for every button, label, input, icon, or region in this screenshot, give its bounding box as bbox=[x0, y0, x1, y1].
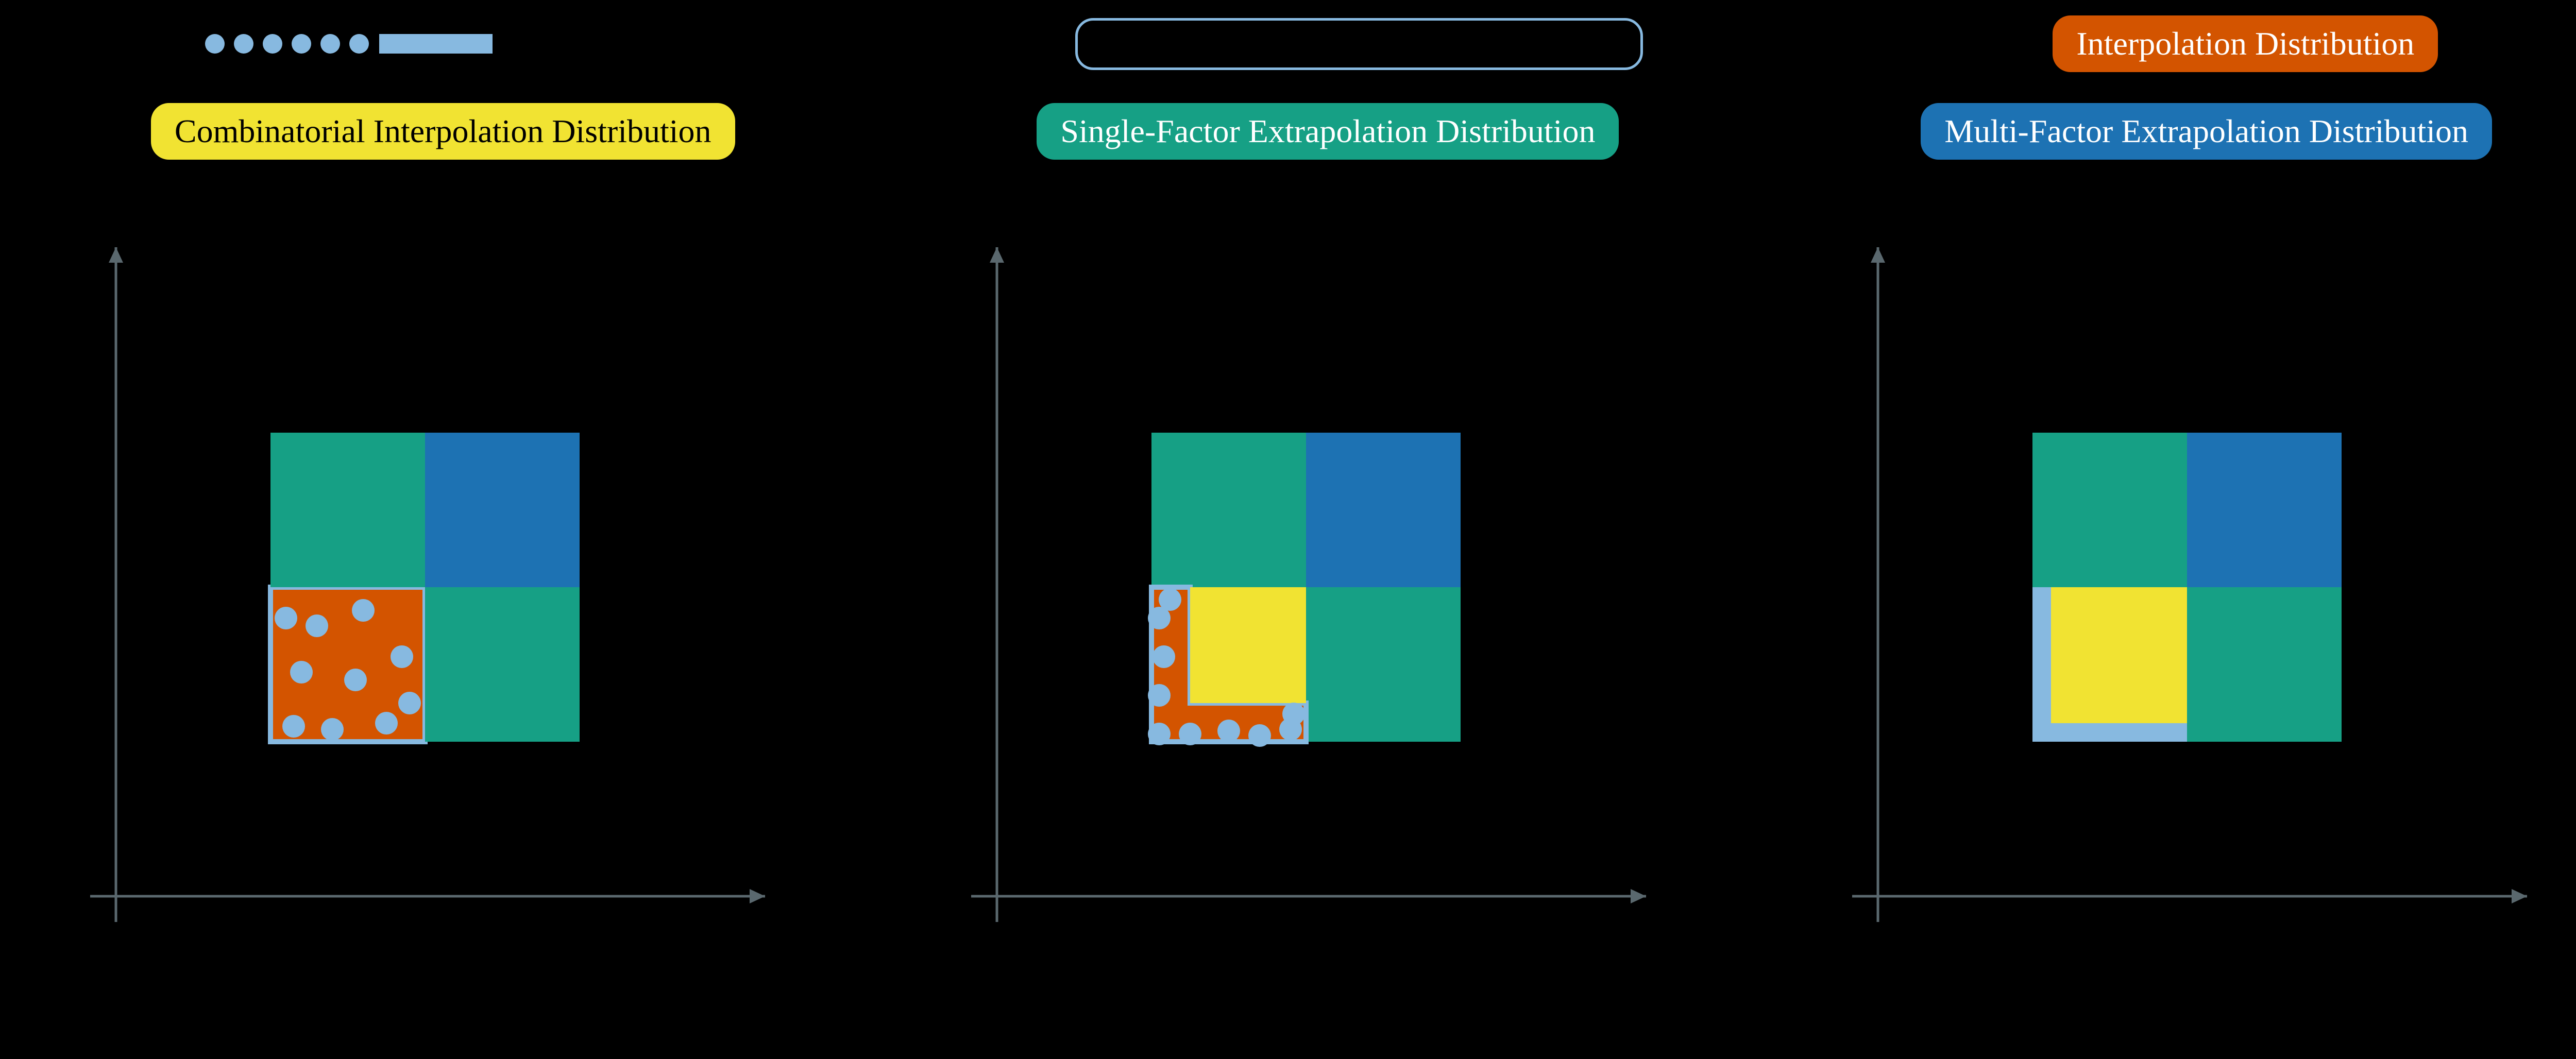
legend-multi-factor: Multi-Factor Extrapolation Distribution bbox=[1921, 103, 2492, 160]
region-combinatorial-interp bbox=[1190, 587, 1306, 703]
scatter-point bbox=[282, 715, 305, 738]
scatter-point bbox=[1148, 723, 1171, 745]
panel-a bbox=[54, 216, 827, 989]
dot-icon bbox=[263, 34, 282, 54]
scatter-point bbox=[344, 669, 367, 691]
region-multi-factor-extrap bbox=[2187, 433, 2342, 587]
scatter-point bbox=[1282, 703, 1305, 725]
region-single-factor-extrap-top bbox=[1151, 433, 1306, 587]
region-single-factor-extrap-right bbox=[425, 587, 580, 742]
region-single-factor-extrap-right bbox=[2187, 587, 2342, 742]
legend-row-1: Training Set Interpolation Distribution bbox=[0, 15, 2576, 72]
scatter-point bbox=[306, 614, 328, 637]
legend-training-dots bbox=[205, 34, 369, 54]
scatter-point bbox=[321, 718, 344, 741]
legend-training-set: Training Set bbox=[205, 25, 666, 63]
panel-c bbox=[1816, 216, 2576, 989]
scatter-point bbox=[1217, 720, 1240, 742]
region-single-factor-extrap-top bbox=[270, 433, 425, 587]
panel-b bbox=[935, 216, 1708, 989]
scatter-point bbox=[398, 692, 421, 714]
scatter-point bbox=[1153, 645, 1175, 668]
region-single-factor-extrap-right bbox=[1306, 587, 1461, 742]
scatter-point bbox=[275, 607, 297, 629]
scatter-point bbox=[1179, 723, 1201, 745]
dot-icon bbox=[292, 34, 311, 54]
legend-interpolation: Interpolation Distribution bbox=[2053, 15, 2438, 72]
legend-single-factor: Single-Factor Extrapolation Distribution bbox=[1037, 103, 1619, 160]
scatter-point bbox=[290, 661, 313, 684]
dot-icon bbox=[349, 34, 369, 54]
scatter-point bbox=[391, 645, 413, 668]
scatter-point bbox=[1159, 588, 1181, 611]
scatter-point bbox=[1248, 724, 1271, 747]
region-single-factor-extrap-top bbox=[2032, 433, 2187, 587]
legend-training-bar bbox=[379, 34, 493, 54]
region-multi-factor-extrap bbox=[425, 433, 580, 587]
legend-training-label: Training Set bbox=[503, 25, 666, 63]
region-multi-factor-extrap bbox=[1306, 433, 1461, 587]
dot-icon bbox=[234, 34, 253, 54]
scatter-point bbox=[1148, 684, 1171, 707]
legend-row-2: Combinatorial Interpolation Distribution… bbox=[0, 103, 2576, 160]
scatter-point bbox=[352, 599, 375, 622]
dot-icon bbox=[205, 34, 225, 54]
legend-empty-pill bbox=[1075, 18, 1643, 70]
legend-combinatorial: Combinatorial Interpolation Distribution bbox=[151, 103, 735, 160]
dot-icon bbox=[320, 34, 340, 54]
scatter-point bbox=[375, 712, 398, 735]
region-combinatorial-interp bbox=[2051, 587, 2187, 723]
panels-container bbox=[0, 216, 2576, 989]
